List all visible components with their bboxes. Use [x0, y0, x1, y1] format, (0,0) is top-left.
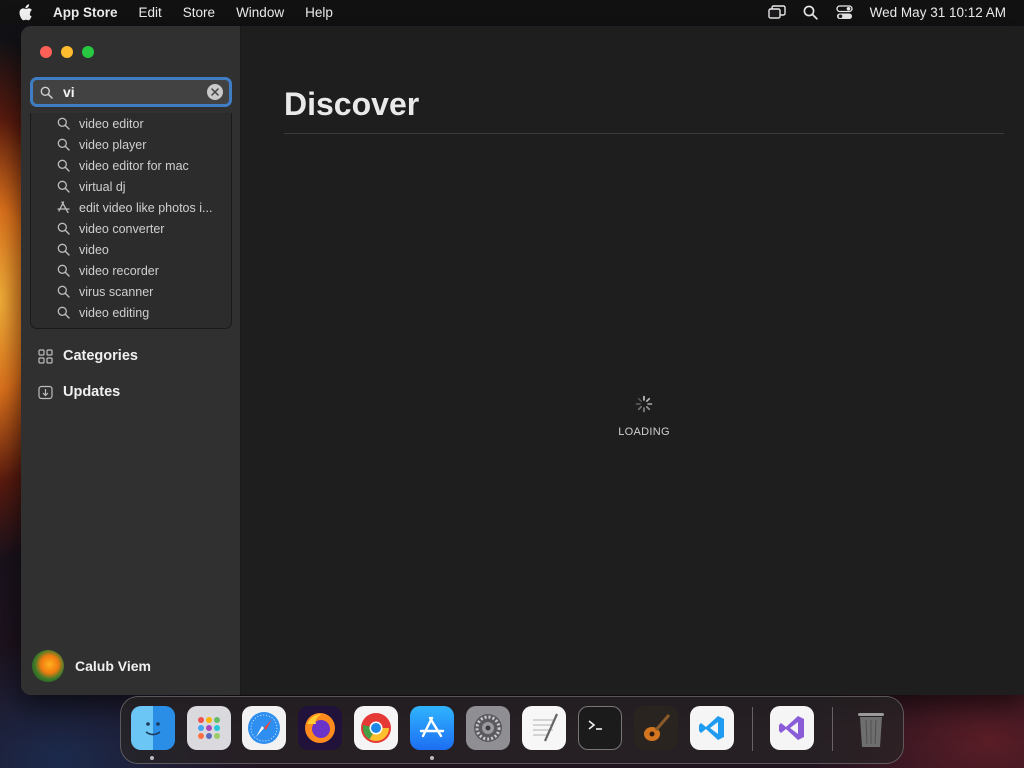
suggestion-item[interactable]: video converter: [31, 218, 231, 239]
suggestion-item[interactable]: video: [31, 239, 231, 260]
menu-bar-status-area: Wed May 31 10:12 AM: [752, 0, 1006, 24]
search-icon: [56, 159, 70, 173]
screen-mirroring-icon[interactable]: [767, 4, 786, 20]
title-divider: [284, 133, 1004, 134]
suggestion-item[interactable]: video editing: [31, 302, 231, 323]
app-store-icon: [56, 201, 70, 215]
control-center-icon[interactable]: [836, 4, 854, 20]
suggestion-item[interactable]: video editor for mac: [31, 155, 231, 176]
suggestion-label: virtual dj: [79, 179, 126, 194]
dock-textedit-icon[interactable]: [522, 706, 566, 750]
dock-firefox-icon[interactable]: [298, 706, 342, 750]
search-suggestions-list: video editor video player video editor f…: [30, 113, 232, 329]
suggestion-label: video editor for mac: [79, 158, 189, 173]
suggestion-item[interactable]: virtual dj: [31, 176, 231, 197]
sidebar-item-label: Updates: [63, 384, 121, 400]
sidebar-item-updates[interactable]: Updates: [38, 384, 120, 400]
search-icon: [56, 306, 70, 320]
dock-app-store-icon[interactable]: [410, 706, 454, 750]
zoom-window-button[interactable]: [82, 46, 94, 58]
dock: [120, 696, 904, 764]
avatar: [32, 650, 64, 682]
suggestion-label: virus scanner: [79, 284, 154, 299]
suggestion-item[interactable]: video editor: [31, 113, 231, 134]
minimize-window-button[interactable]: [61, 46, 73, 58]
spotlight-search-icon[interactable]: [802, 4, 820, 20]
sidebar: video editor video player video editor f…: [21, 26, 241, 695]
suggestion-item[interactable]: edit video like photos i...: [31, 197, 231, 218]
search-icon: [56, 222, 70, 236]
dock-terminal-icon[interactable]: [578, 706, 622, 750]
window-controls: [40, 46, 94, 58]
download-icon: [38, 384, 54, 400]
menu-app-name[interactable]: App Store: [53, 5, 118, 20]
suggestion-label: video editing: [79, 305, 150, 320]
account-name: Calub Viem: [75, 658, 151, 674]
dock-trash-icon[interactable]: [849, 706, 893, 750]
suggestion-label: edit video like photos i...: [79, 200, 213, 215]
menu-bar: App Store Edit Store Window Help Wed May…: [0, 0, 1024, 24]
suggestion-label: video: [79, 242, 109, 257]
search-icon: [56, 285, 70, 299]
sidebar-item-label: Categories: [63, 348, 138, 364]
menu-store[interactable]: Store: [183, 5, 215, 20]
menu-help[interactable]: Help: [305, 5, 333, 20]
suggestion-label: video recorder: [79, 263, 159, 278]
menu-edit[interactable]: Edit: [139, 5, 162, 20]
search-icon: [56, 180, 70, 194]
menu-window[interactable]: Window: [236, 5, 284, 20]
running-indicator: [430, 756, 434, 760]
dock-separator: [752, 707, 753, 751]
dock-chrome-icon[interactable]: [354, 706, 398, 750]
sidebar-item-categories[interactable]: Categories: [38, 348, 138, 364]
apple-menu-icon[interactable]: [18, 3, 34, 21]
loading-label: LOADING: [618, 426, 670, 438]
search-icon: [56, 117, 70, 131]
menu-bar-clock[interactable]: Wed May 31 10:12 AM: [870, 5, 1006, 20]
dock-separator: [832, 707, 833, 751]
search-field[interactable]: [30, 77, 232, 107]
dock-finder-icon[interactable]: [131, 706, 175, 750]
main-content: Discover LOADING: [242, 26, 1024, 695]
suggestion-item[interactable]: video recorder: [31, 260, 231, 281]
suggestion-label: video player: [79, 137, 147, 152]
search-icon: [56, 264, 70, 278]
dock-vscode-icon[interactable]: [690, 706, 734, 750]
dock-launchpad-icon[interactable]: [187, 706, 231, 750]
search-icon: [56, 138, 70, 152]
account-button[interactable]: Calub Viem: [32, 650, 151, 682]
page-title: Discover: [284, 86, 420, 122]
dock-garageband-icon[interactable]: [634, 706, 678, 750]
dock-safari-icon[interactable]: [242, 706, 286, 750]
search-icon: [56, 243, 70, 257]
search-icon: [40, 85, 54, 99]
loading-indicator: LOADING: [614, 395, 674, 438]
app-store-window: video editor video player video editor f…: [21, 26, 1024, 695]
grid-icon: [38, 348, 54, 364]
dock-system-settings-icon[interactable]: [466, 706, 510, 750]
spinner-icon: [635, 395, 653, 413]
suggestion-item[interactable]: virus scanner: [31, 281, 231, 302]
suggestion-label: video converter: [79, 221, 165, 236]
close-window-button[interactable]: [40, 46, 52, 58]
running-indicator: [150, 756, 154, 760]
search-input[interactable]: [63, 84, 193, 100]
suggestion-item[interactable]: video player: [31, 134, 231, 155]
suggestion-label: video editor: [79, 116, 144, 131]
dock-visual-studio-icon[interactable]: [770, 706, 814, 750]
clear-search-icon[interactable]: [207, 84, 223, 100]
